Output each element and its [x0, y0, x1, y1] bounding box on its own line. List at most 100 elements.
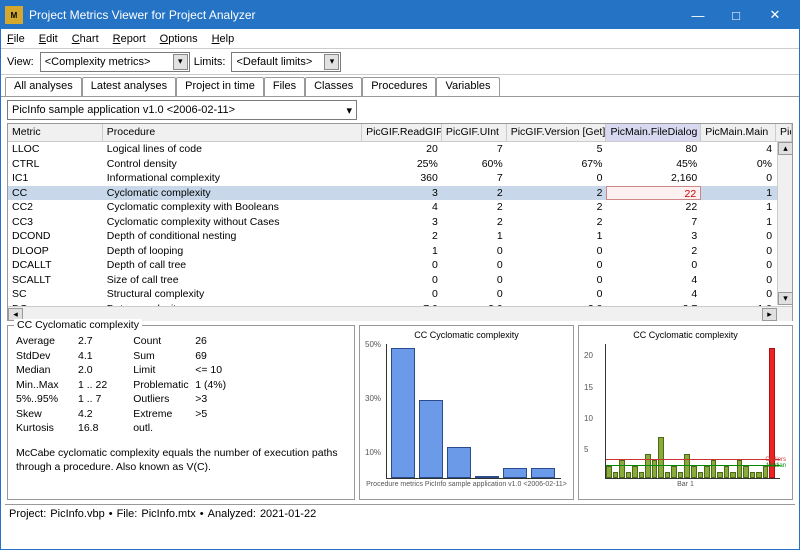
- chart-bar: [671, 466, 677, 478]
- view-combo[interactable]: <Complexity metrics> ▾: [40, 52, 190, 72]
- minimize-button[interactable]: —: [679, 3, 717, 27]
- metric-value: 7.0: [362, 302, 442, 307]
- column-header[interactable]: Procedure: [103, 124, 362, 141]
- metric-value: 0: [362, 258, 442, 273]
- metric-value: 5: [507, 142, 607, 157]
- table-row[interactable]: CC2Cyclomatic complexity with Booleans42…: [8, 200, 792, 215]
- table-row[interactable]: SCStructural complexity00040: [8, 287, 792, 302]
- chart-bar: [678, 472, 684, 478]
- column-header[interactable]: PicGIF.UInt: [442, 124, 507, 141]
- chart-bar: [503, 468, 527, 478]
- metric-value: 0: [507, 244, 607, 259]
- metric-value: 0: [701, 229, 776, 244]
- outliers-line: [606, 459, 780, 460]
- chart-bar: [704, 466, 710, 478]
- metric-name: Cyclomatic complexity with Booleans: [103, 200, 362, 215]
- metric-value: 0: [507, 258, 607, 273]
- menu-edit[interactable]: Edit: [39, 33, 58, 45]
- scroll-down-icon[interactable]: ▾: [778, 292, 793, 305]
- metric-name: Control density: [103, 157, 362, 172]
- metric-name: Data complexity: [103, 302, 362, 307]
- tab-classes[interactable]: Classes: [305, 77, 362, 96]
- metric-value: 2: [606, 244, 701, 259]
- table-row[interactable]: SCALLTSize of call tree00040: [8, 273, 792, 288]
- chart-bar: [419, 400, 443, 478]
- chart-bar: [750, 472, 756, 478]
- column-header[interactable]: Metric: [8, 124, 103, 141]
- stat-value: 69: [195, 349, 207, 364]
- column-header[interactable]: PicMain.Main: [701, 124, 776, 141]
- stat-label: StdDev: [16, 349, 68, 364]
- vertical-scrollbar[interactable]: ▴ ▾: [777, 142, 792, 305]
- menu-help[interactable]: Help: [212, 33, 235, 45]
- tab-variables[interactable]: Variables: [436, 77, 499, 96]
- metric-value: 67%: [507, 157, 607, 172]
- metric-value: 0: [507, 171, 607, 186]
- metric-value: 0: [507, 273, 607, 288]
- path-value: PicInfo sample application v1.0 <2006-02…: [12, 104, 235, 116]
- scroll-right-icon[interactable]: ▸: [762, 308, 777, 321]
- metric-value: 3: [606, 229, 701, 244]
- column-header[interactable]: PicGIF.Version [Get]: [507, 124, 607, 141]
- stat-label: Count: [133, 334, 185, 349]
- metric-code: DLOOP: [8, 244, 103, 259]
- metric-code: CC: [8, 186, 103, 201]
- metric-value: 1: [701, 186, 776, 201]
- metric-value: 0: [606, 258, 701, 273]
- table-row[interactable]: DCONDDepth of conditional nesting21130: [8, 229, 792, 244]
- status-bar: Project: PicInfo.vbp • File: PicInfo.mtx…: [5, 504, 795, 523]
- menu-options[interactable]: Options: [160, 33, 198, 45]
- metric-value: 2: [442, 215, 507, 230]
- metrics-grid[interactable]: MetricProcedurePicGIF.ReadGIFPicGIF.UInt…: [7, 123, 793, 321]
- stat-label: 5%..95%: [16, 392, 68, 407]
- table-row[interactable]: LLOCLogical lines of code2075804: [8, 142, 792, 157]
- scroll-up-icon[interactable]: ▴: [778, 142, 793, 155]
- path-combo[interactable]: PicInfo sample application v1.0 <2006-02…: [7, 100, 357, 120]
- stat-row: 5%..95%1 .. 7: [16, 392, 107, 407]
- table-row[interactable]: CCCyclomatic complexity322221: [8, 186, 792, 201]
- stat-label: Limit: [133, 363, 185, 378]
- metric-value: 4: [362, 200, 442, 215]
- stat-label: Median: [16, 363, 68, 378]
- metric-value: 0: [701, 258, 776, 273]
- column-header[interactable]: PicMain.FileDialog ▴: [606, 124, 701, 141]
- table-row[interactable]: IC1Informational complexity360702,1600: [8, 171, 792, 186]
- chart-bar: [606, 466, 612, 478]
- histogram-chart: CC Cyclomatic complexity 50% 30% 10% Pro…: [359, 325, 574, 500]
- menu-file[interactable]: File: [7, 33, 25, 45]
- tab-all-analyses[interactable]: All analyses: [5, 77, 82, 96]
- stat-value: 2.7: [78, 334, 93, 349]
- metric-value: 2: [442, 200, 507, 215]
- metric-value: 2: [362, 229, 442, 244]
- limits-combo[interactable]: <Default limits> ▾: [231, 52, 341, 72]
- maximize-button[interactable]: □: [717, 3, 755, 27]
- metric-value: 7: [606, 215, 701, 230]
- chart-bar: [724, 466, 730, 478]
- metric-value: 2: [507, 186, 607, 201]
- table-row[interactable]: CTRLControl density25%60%67%45%0%: [8, 157, 792, 172]
- stat-value: 1 .. 22: [78, 378, 107, 393]
- menu-report[interactable]: Report: [113, 33, 146, 45]
- chart-bar: [626, 472, 632, 478]
- table-row[interactable]: DCData complexity7.02.03.02.71.0: [8, 302, 792, 307]
- column-header[interactable]: Pic: [776, 124, 792, 141]
- menu-chart[interactable]: Chart: [72, 33, 99, 45]
- tab-procedures[interactable]: Procedures: [362, 77, 436, 96]
- stat-label: Min..Max: [16, 378, 68, 393]
- metric-value: 22: [606, 186, 701, 201]
- metric-code: IC1: [8, 171, 103, 186]
- tab-project-in-time[interactable]: Project in time: [176, 77, 264, 96]
- table-row[interactable]: DCALLTDepth of call tree00000: [8, 258, 792, 273]
- metric-name: Size of call tree: [103, 273, 362, 288]
- chart-bar: [613, 472, 619, 478]
- tab-latest-analyses[interactable]: Latest analyses: [82, 77, 176, 96]
- column-header[interactable]: PicGIF.ReadGIF: [362, 124, 442, 141]
- table-row[interactable]: DLOOPDepth of looping10020: [8, 244, 792, 259]
- chart-bar: [711, 460, 717, 478]
- tab-files[interactable]: Files: [264, 77, 305, 96]
- chart-title: CC Cyclomatic complexity: [362, 330, 571, 340]
- metric-value: 2: [507, 200, 607, 215]
- close-button[interactable]: ✕: [755, 3, 795, 27]
- table-row[interactable]: CC3Cyclomatic complexity without Cases32…: [8, 215, 792, 230]
- distribution-chart: CC Cyclomatic complexity 20 15 10 5 Outl…: [578, 325, 793, 500]
